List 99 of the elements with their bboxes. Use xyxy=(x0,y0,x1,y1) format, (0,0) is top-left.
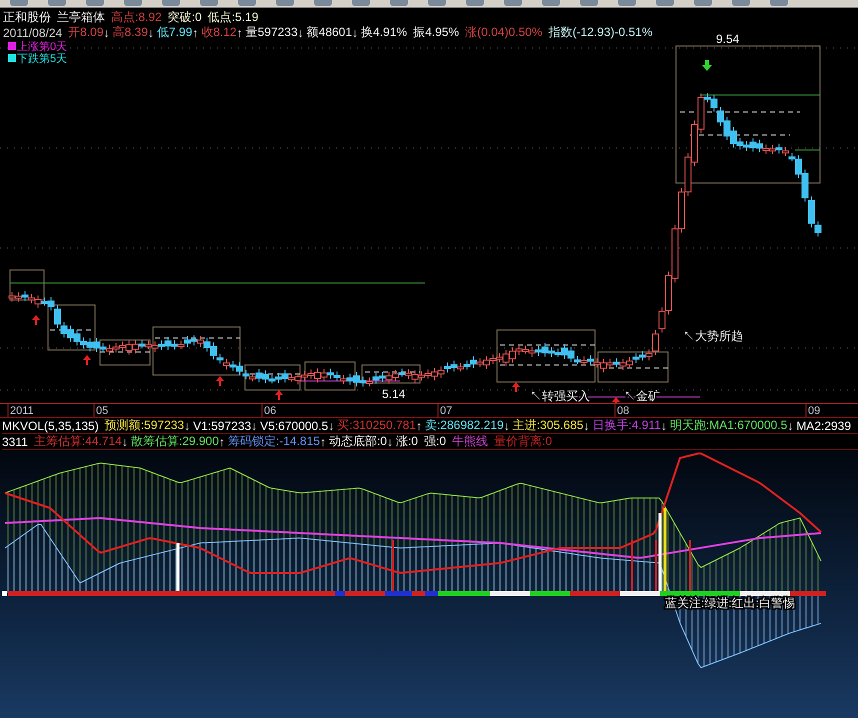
quote-value: 换4.91% xyxy=(361,24,408,41)
toolbar-icon[interactable] xyxy=(390,0,408,6)
indicator-value: MA2:2939 xyxy=(796,418,852,432)
trend-arrow: ↑ xyxy=(320,434,326,448)
trend-arrow: ↓ xyxy=(660,418,667,432)
up-arrow-icon xyxy=(216,376,224,386)
indicator-value: 3311 xyxy=(2,434,28,448)
trend-arrow: ↓ xyxy=(298,26,304,40)
chart-annotation: 5.14 xyxy=(382,387,406,401)
axis-label: 05 xyxy=(96,405,108,417)
up-arrow-icon xyxy=(32,315,40,325)
quote-value: 低7.99 xyxy=(156,24,192,41)
toolbar-icon[interactable] xyxy=(162,0,180,6)
axis-label: 08 xyxy=(617,405,630,417)
quote-value: 量597233 xyxy=(246,24,298,41)
range-box-outline xyxy=(10,270,44,300)
trend-arrow: ↑ xyxy=(192,26,198,40)
indicator-value: 散筹估算:29.900 xyxy=(130,433,219,450)
range-box-outline xyxy=(244,364,300,390)
indicator-value: 卖:286982.219 xyxy=(424,417,504,434)
up-arrow-icon xyxy=(612,397,620,403)
trend-arrow: ↑ xyxy=(416,418,422,432)
toolbar-icon[interactable] xyxy=(694,0,712,6)
trend-arrow: ↓ xyxy=(386,434,393,448)
toolbar-icon[interactable] xyxy=(48,0,66,6)
down-arrow-icon xyxy=(702,60,712,71)
quote-value: 振4.95% xyxy=(413,24,460,41)
quote-value: 开8.09 xyxy=(68,24,104,41)
trend-arrow: ↓ xyxy=(583,418,590,432)
trend-arrow: ↓ xyxy=(328,418,334,432)
header-text: 正和股份 xyxy=(3,9,51,26)
chart-annotation: ↖大势所趋 xyxy=(683,329,743,343)
header-text: 低点:5.19 xyxy=(208,9,258,26)
toolbar-icon[interactable] xyxy=(732,0,750,6)
toolbar-icon[interactable] xyxy=(276,0,294,6)
range-box-outline xyxy=(598,352,668,382)
indicator-value: 筹码锁定:-14.815 xyxy=(228,433,320,450)
indicator-value: 明天跑:MA1:670000.5 xyxy=(670,417,788,434)
range-box-outline xyxy=(100,340,150,366)
indicator-value: 主进:305.685 xyxy=(512,417,584,434)
indicator-value: 动态底部:0 xyxy=(328,433,387,450)
toolbar-icon[interactable] xyxy=(580,0,598,6)
trend-arrow: ↓ xyxy=(352,26,358,40)
range-box-outline xyxy=(304,362,356,390)
chart-annotation: 9.54 xyxy=(716,32,740,46)
toolbar-icon[interactable] xyxy=(200,0,218,6)
trend-arrow: ↓ xyxy=(787,418,794,432)
toolbar-icon[interactable] xyxy=(86,0,104,6)
up-arrow-icon xyxy=(83,355,91,365)
quote-value: 涨(0.04)0.50% xyxy=(465,24,542,41)
indicator-value: 牛熊线 xyxy=(452,433,488,450)
quote-value: 收8.12 xyxy=(201,24,237,41)
up-arrow-icon xyxy=(275,390,283,400)
trend-arrow: ↓ xyxy=(251,418,258,432)
range-box-outline xyxy=(48,304,96,350)
toolbar-icon[interactable] xyxy=(466,0,484,6)
header-text: 高点:8.92 xyxy=(111,9,162,26)
toolbar-icon[interactable] xyxy=(428,0,446,6)
quote-value: 2011/08/24 xyxy=(3,26,62,40)
legend-label: 下跌第5天 xyxy=(17,52,68,66)
trend-arrow: ↑ xyxy=(236,26,243,40)
indicator-value: 涨:0 xyxy=(396,433,418,450)
axis-label: 2011 xyxy=(10,405,34,417)
trend-arrow: ↑ xyxy=(218,434,225,448)
header-text: 突破:0 xyxy=(168,9,202,26)
toolbar-icon[interactable] xyxy=(352,0,370,6)
axis-label: 09 xyxy=(808,405,820,417)
toolbar-icon[interactable] xyxy=(542,0,560,6)
axis-label: 07 xyxy=(440,405,452,417)
toolbar-icon[interactable] xyxy=(504,0,522,6)
indicator-value: 强:0 xyxy=(424,433,446,450)
quote-value: 指数(-12.93)-0.51% xyxy=(548,24,653,41)
range-box-outline xyxy=(362,364,420,384)
toolbar-icon[interactable] xyxy=(314,0,332,6)
trend-arrow: ↓ xyxy=(184,418,190,432)
toolbar-icon[interactable] xyxy=(124,0,142,6)
quote-value: 额48601 xyxy=(306,24,352,41)
indicator-value: 预测额:597233 xyxy=(104,417,184,434)
indicator-value: 量价背离:0 xyxy=(494,433,552,450)
axis-label: 06 xyxy=(264,405,276,417)
indicator-value: V5:670000.5 xyxy=(260,418,328,432)
quote-value: 高8.39 xyxy=(112,24,148,41)
toolbar-icon[interactable] xyxy=(770,0,788,6)
toolbar-icon[interactable] xyxy=(618,0,636,6)
indicator-value: V1:597233 xyxy=(193,418,252,432)
indicator-value: 买:310250.781 xyxy=(337,417,416,434)
legend-label: 上涨第0天 xyxy=(17,40,68,53)
trend-arrow: ↓ xyxy=(504,418,510,432)
indicator-value: MKVOL(5,35,135) xyxy=(2,418,99,432)
up-arrow-icon xyxy=(512,382,520,392)
toolbar-icon[interactable] xyxy=(10,0,28,6)
trend-arrow: ↓ xyxy=(148,26,154,40)
toolbar-icon[interactable] xyxy=(656,0,674,6)
header-text: 兰亭箱体 xyxy=(57,9,105,26)
trend-arrow: ↓ xyxy=(104,26,110,40)
indicator-value: 主筹估算:44.714 xyxy=(34,433,122,450)
toolbar-icon[interactable] xyxy=(238,0,256,6)
trend-arrow: ↓ xyxy=(122,434,128,448)
indicator-value: 日换手:4.911 xyxy=(592,417,661,434)
